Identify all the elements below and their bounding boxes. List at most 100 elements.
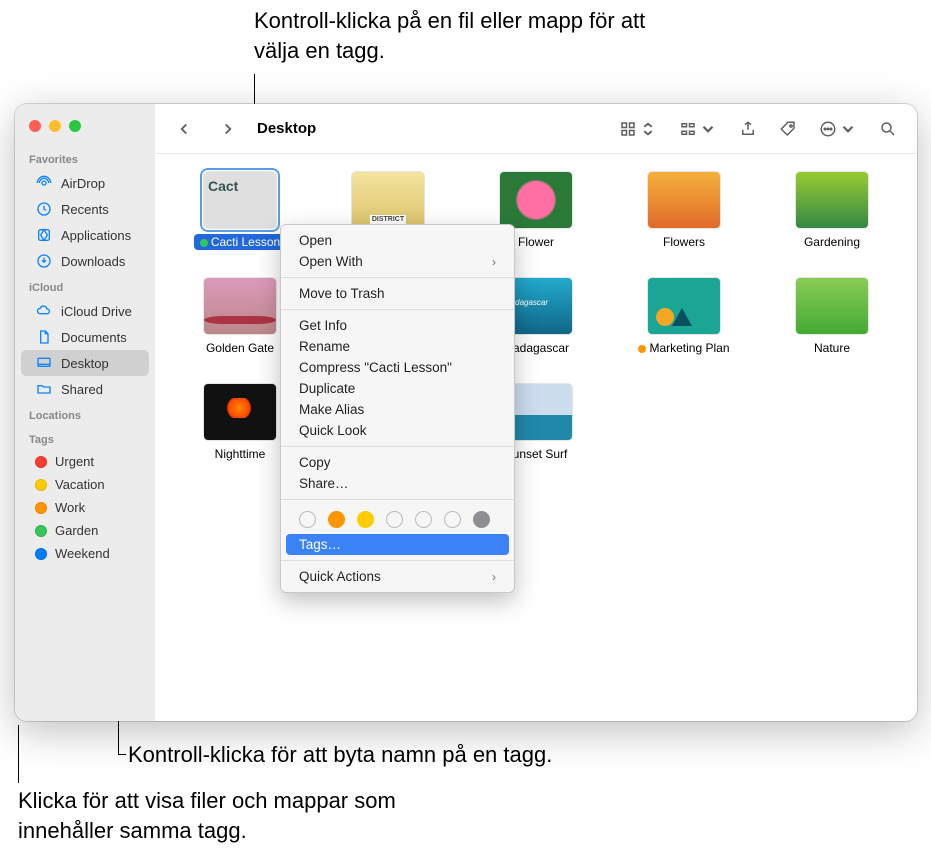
tag-dot-icon	[35, 548, 47, 560]
sidebar-header-icloud: iCloud	[15, 274, 155, 298]
cm-open-with[interactable]: Open With ›	[281, 251, 514, 272]
sidebar: Favorites AirDrop Recents Applications D…	[15, 104, 155, 721]
file-label: Cacti Lesson	[194, 234, 286, 250]
tag-color-yellow[interactable]	[357, 511, 374, 528]
sidebar-tag-work[interactable]: Work	[21, 496, 149, 519]
cm-quick-actions[interactable]: Quick Actions ›	[281, 566, 514, 587]
file-thumbnail	[796, 278, 868, 334]
sidebar-label: Work	[55, 500, 85, 515]
sidebar-label: AirDrop	[61, 176, 105, 191]
tags-button[interactable]	[773, 116, 803, 142]
annotation-bottom: Klicka för att visa filer och mappar som…	[18, 786, 468, 845]
cm-separator	[281, 446, 514, 447]
file-label: Gardening	[798, 234, 866, 250]
file-thumbnail	[648, 172, 720, 228]
cm-tags[interactable]: Tags…	[286, 534, 509, 555]
file-label: Flower	[512, 234, 560, 250]
sidebar-item-applications[interactable]: Applications	[21, 222, 149, 248]
nav-forward-button[interactable]	[213, 116, 243, 142]
file-item[interactable]: Flowers	[619, 172, 749, 250]
chevron-right-icon: ›	[492, 255, 496, 269]
annotation-line-mid-h2	[118, 754, 126, 755]
cm-duplicate[interactable]: Duplicate	[281, 378, 514, 399]
share-button[interactable]	[733, 116, 763, 142]
sidebar-label: Weekend	[55, 546, 110, 561]
sidebar-label: Desktop	[61, 356, 109, 371]
file-item[interactable]: Gardening	[767, 172, 897, 250]
file-label: Nature	[808, 340, 856, 356]
annotation-mid: Kontroll-klicka för att byta namn på en …	[128, 740, 552, 770]
cm-tag-row	[281, 505, 514, 534]
maximize-button[interactable]	[69, 120, 81, 132]
toolbar: Desktop	[155, 104, 917, 154]
tag-dot-icon	[35, 502, 47, 514]
tag-color-empty[interactable]	[415, 511, 432, 528]
cm-share[interactable]: Share…	[281, 473, 514, 494]
tag-color-grey[interactable]	[473, 511, 490, 528]
sidebar-item-icloud-drive[interactable]: iCloud Drive	[21, 298, 149, 324]
tag-dot-icon	[35, 456, 47, 468]
cm-rename[interactable]: Rename	[281, 336, 514, 357]
applications-icon	[35, 226, 53, 244]
download-icon	[35, 252, 53, 270]
file-label: Nighttime	[209, 446, 272, 462]
tag-color-orange[interactable]	[328, 511, 345, 528]
minimize-button[interactable]	[49, 120, 61, 132]
tag-color-none[interactable]	[299, 511, 316, 528]
cm-separator	[281, 277, 514, 278]
close-button[interactable]	[29, 120, 41, 132]
context-menu: Open Open With › Move to Trash Get Info …	[280, 224, 515, 593]
cm-separator	[281, 560, 514, 561]
tag-dot-icon	[35, 525, 47, 537]
sidebar-tag-vacation[interactable]: Vacation	[21, 473, 149, 496]
file-item[interactable]: Marketing Plan	[619, 278, 749, 356]
more-button[interactable]	[813, 116, 863, 142]
sidebar-item-shared[interactable]: Shared	[21, 376, 149, 402]
sidebar-label: Urgent	[55, 454, 94, 469]
sidebar-item-downloads[interactable]: Downloads	[21, 248, 149, 274]
sidebar-label: Vacation	[55, 477, 105, 492]
file-item[interactable]: Nature	[767, 278, 897, 356]
cm-copy[interactable]: Copy	[281, 452, 514, 473]
window-title: Desktop	[257, 120, 316, 137]
sidebar-tag-urgent[interactable]: Urgent	[21, 450, 149, 473]
file-thumbnail	[204, 384, 276, 440]
cm-move-to-trash[interactable]: Move to Trash	[281, 283, 514, 304]
cm-open[interactable]: Open	[281, 230, 514, 251]
tag-dot-icon	[638, 345, 646, 353]
cm-label: Open With	[299, 254, 363, 269]
cm-label: Quick Actions	[299, 569, 381, 584]
folder-icon	[35, 380, 53, 398]
nav-back-button[interactable]	[169, 116, 199, 142]
sidebar-label: Downloads	[61, 254, 125, 269]
document-icon	[35, 328, 53, 346]
cm-compress[interactable]: Compress "Cacti Lesson"	[281, 357, 514, 378]
file-thumbnail	[352, 172, 424, 228]
group-button[interactable]	[673, 116, 723, 142]
sidebar-item-recents[interactable]: Recents	[21, 196, 149, 222]
file-label: Flowers	[657, 234, 711, 250]
sidebar-tag-garden[interactable]: Garden	[21, 519, 149, 542]
tag-dot-icon	[35, 479, 47, 491]
cloud-icon	[35, 302, 53, 320]
tag-color-empty[interactable]	[386, 511, 403, 528]
sidebar-header-favorites: Favorites	[15, 146, 155, 170]
sidebar-header-tags: Tags	[15, 426, 155, 450]
tag-dot-icon	[200, 239, 208, 247]
search-button[interactable]	[873, 116, 903, 142]
sidebar-header-locations: Locations	[15, 402, 155, 426]
clock-icon	[35, 200, 53, 218]
sidebar-item-airdrop[interactable]: AirDrop	[21, 170, 149, 196]
cm-quick-look[interactable]: Quick Look	[281, 420, 514, 441]
sidebar-item-documents[interactable]: Documents	[21, 324, 149, 350]
sidebar-item-desktop[interactable]: Desktop	[21, 350, 149, 376]
sidebar-label: Garden	[55, 523, 98, 538]
cm-get-info[interactable]: Get Info	[281, 315, 514, 336]
tag-color-empty[interactable]	[444, 511, 461, 528]
view-mode-button[interactable]	[613, 116, 663, 142]
sidebar-label: Applications	[61, 228, 131, 243]
cm-make-alias[interactable]: Make Alias	[281, 399, 514, 420]
sidebar-label: Documents	[61, 330, 127, 345]
sidebar-tag-weekend[interactable]: Weekend	[21, 542, 149, 565]
annotation-top: Kontroll-klicka på en fil eller mapp för…	[254, 6, 664, 65]
